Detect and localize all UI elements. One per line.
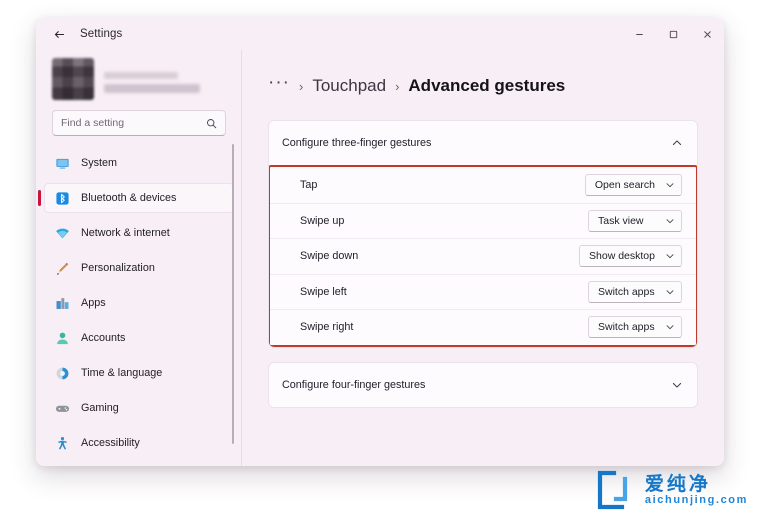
gesture-label: Swipe left bbox=[300, 285, 347, 298]
four-finger-card-title: Configure four-finger gestures bbox=[282, 378, 426, 391]
profile-email-redacted bbox=[104, 83, 200, 93]
search-box[interactable] bbox=[52, 110, 226, 136]
gesture-row-swipe-down: Swipe down Show desktop bbox=[270, 238, 696, 274]
dropdown-value: Show desktop bbox=[589, 250, 655, 263]
dropdown-value: Switch apps bbox=[598, 321, 655, 334]
swipe-left-action-dropdown[interactable]: Switch apps bbox=[588, 280, 682, 303]
chevron-down-icon bbox=[665, 322, 675, 332]
sidebar-item-time-language[interactable]: Time & language bbox=[44, 358, 234, 388]
breadcrumb-separator: › bbox=[298, 79, 304, 94]
gaming-icon bbox=[54, 400, 70, 416]
search-input[interactable] bbox=[61, 117, 206, 129]
sidebar-item-label: Gaming bbox=[81, 402, 119, 414]
accessibility-icon bbox=[54, 435, 70, 451]
gesture-label: Swipe up bbox=[300, 214, 345, 227]
three-finger-card-header[interactable]: Configure three-finger gestures bbox=[269, 121, 697, 165]
sidebar-item-label: System bbox=[81, 157, 117, 169]
watermark-chinese: 爱纯净 bbox=[644, 473, 711, 495]
sidebar-item-gaming[interactable]: Gaming bbox=[44, 393, 234, 423]
personalization-icon bbox=[54, 260, 70, 276]
bluetooth-icon bbox=[54, 190, 70, 206]
watermark: 爱纯净 aichunjing.com bbox=[592, 470, 748, 510]
swipe-right-action-dropdown[interactable]: Switch apps bbox=[588, 316, 682, 339]
chevron-down-icon[interactable] bbox=[671, 379, 683, 391]
chevron-down-icon bbox=[665, 287, 675, 297]
accounts-icon bbox=[54, 330, 70, 346]
sidebar-item-personalization[interactable]: Personalization bbox=[44, 253, 234, 283]
network-icon bbox=[54, 225, 70, 241]
breadcrumb: ··· › Touchpad › Advanced gestures bbox=[268, 73, 698, 95]
gesture-label: Swipe right bbox=[300, 321, 354, 334]
back-arrow-icon[interactable] bbox=[46, 21, 72, 47]
sidebar-divider bbox=[241, 50, 242, 466]
apps-icon bbox=[54, 295, 70, 311]
breadcrumb-overflow-button[interactable]: ··· bbox=[268, 73, 290, 92]
system-icon bbox=[54, 155, 70, 171]
dropdown-value: Switch apps bbox=[598, 285, 655, 298]
main-content: ··· › Touchpad › Advanced gestures Confi… bbox=[242, 50, 724, 466]
gesture-row-swipe-up: Swipe up Task view bbox=[270, 202, 696, 239]
sidebar-nav: System Bluetooth & devices Network & int… bbox=[36, 146, 242, 466]
gesture-label: Tap bbox=[300, 178, 318, 191]
aichunjing-logo-icon bbox=[592, 470, 636, 510]
sidebar-item-system[interactable]: System bbox=[44, 148, 234, 178]
three-finger-card-title: Configure three-finger gestures bbox=[282, 137, 432, 149]
chevron-up-icon[interactable] bbox=[671, 137, 683, 149]
three-finger-rows-highlight: Tap Open search Swipe up Task view Swipe… bbox=[269, 165, 697, 347]
profile-name-redacted bbox=[104, 71, 178, 79]
window-titlebar: Settings bbox=[36, 18, 724, 50]
tap-action-dropdown[interactable]: Open search bbox=[584, 173, 682, 196]
time-language-icon bbox=[54, 365, 70, 381]
breadcrumb-link-touchpad[interactable]: Touchpad bbox=[312, 77, 386, 94]
sidebar-item-network-internet[interactable]: Network & internet bbox=[44, 218, 234, 248]
sidebar-item-accounts[interactable]: Accounts bbox=[44, 323, 234, 353]
sidebar-item-label: Accounts bbox=[81, 332, 126, 344]
settings-window: Settings Find a setting System Bluetooth… bbox=[36, 18, 724, 466]
gesture-row-swipe-left: Swipe left Switch apps bbox=[270, 273, 696, 310]
screenshot-root: Settings Find a setting System Bluetooth… bbox=[0, 0, 760, 516]
app-title: Settings bbox=[80, 28, 123, 40]
gesture-row-swipe-right: Swipe right Switch apps bbox=[270, 309, 696, 345]
swipe-down-action-dropdown[interactable]: Show desktop bbox=[579, 245, 682, 268]
sidebar-scrollbar[interactable] bbox=[232, 144, 234, 444]
sidebar-item-bluetooth-devices[interactable]: Bluetooth & devices bbox=[38, 183, 234, 213]
sidebar-item-label: Network & internet bbox=[81, 227, 170, 239]
sidebar-item-label: Time & language bbox=[81, 367, 163, 379]
dropdown-value: Task view bbox=[598, 214, 644, 227]
page-title: Advanced gestures bbox=[408, 76, 566, 95]
sidebar-item-apps[interactable]: Apps bbox=[44, 288, 234, 318]
four-finger-gestures-card[interactable]: Configure four-finger gestures bbox=[268, 361, 698, 408]
sidebar-item-label: Accessibility bbox=[81, 437, 140, 449]
sidebar-item-privacy-security[interactable]: Privacy & security bbox=[44, 463, 234, 466]
chevron-down-icon bbox=[665, 216, 675, 226]
chevron-down-icon bbox=[665, 251, 675, 261]
profile-text-redacted bbox=[104, 66, 200, 93]
three-finger-gestures-card: Configure three-finger gestures Tap Open… bbox=[268, 120, 698, 348]
maximize-button[interactable] bbox=[656, 18, 690, 50]
gesture-label: Swipe down bbox=[300, 250, 359, 263]
swipe-up-action-dropdown[interactable]: Task view bbox=[588, 209, 682, 232]
user-profile[interactable] bbox=[36, 50, 242, 110]
sidebar: System Bluetooth & devices Network & int… bbox=[36, 50, 242, 466]
window-body: System Bluetooth & devices Network & int… bbox=[36, 50, 724, 466]
sidebar-item-label: Apps bbox=[81, 297, 106, 309]
dropdown-value: Open search bbox=[594, 178, 655, 191]
four-finger-card-header[interactable]: Configure four-finger gestures bbox=[269, 363, 697, 407]
search-icon bbox=[206, 118, 217, 129]
sidebar-item-label: Bluetooth & devices bbox=[81, 192, 177, 204]
gesture-row-tap: Tap Open search bbox=[270, 167, 696, 203]
chevron-down-icon bbox=[665, 180, 675, 190]
breadcrumb-separator: › bbox=[395, 79, 400, 94]
watermark-text: 爱纯净 aichunjing.com bbox=[645, 475, 748, 506]
minimize-button[interactable] bbox=[622, 18, 656, 50]
sidebar-item-label: Personalization bbox=[81, 262, 155, 274]
avatar bbox=[52, 58, 94, 100]
window-controls bbox=[622, 18, 724, 50]
watermark-domain: aichunjing.com bbox=[644, 493, 748, 506]
sidebar-item-accessibility[interactable]: Accessibility bbox=[44, 428, 234, 458]
close-button[interactable] bbox=[690, 18, 724, 50]
